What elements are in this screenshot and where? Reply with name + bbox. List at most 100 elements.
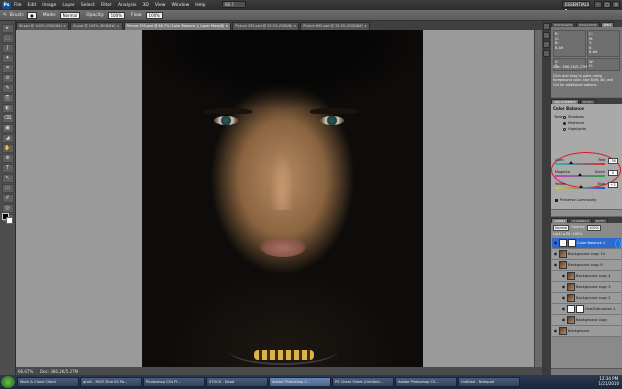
document-tab[interactable]: Picture 895.psd @ 33.3% (RGB/8#) ×: [300, 22, 370, 30]
visibility-eye-icon[interactable]: ◉: [553, 263, 558, 267]
visibility-eye-icon[interactable]: ◉: [561, 296, 566, 300]
layer-row[interactable]: ◉ Background copy 4: [552, 271, 621, 282]
layer-mask-thumbnail[interactable]: [576, 305, 584, 313]
preserve-luminosity-checkbox[interactable]: Preserve Luminosity: [555, 198, 596, 202]
tool-3-icon[interactable]: ✦: [1, 54, 14, 63]
layer-row[interactable]: ◉ Background copy 9: [552, 260, 621, 271]
tone-highlights-radio[interactable]: Highlights: [563, 127, 586, 131]
taskbar-button[interactable]: STOCK - Dead: [206, 377, 268, 387]
menu-3d[interactable]: 3D: [142, 3, 148, 8]
minimize-button[interactable]: –: [594, 1, 602, 8]
history-panel-icon[interactable]: [543, 23, 550, 30]
brush-tool-icon[interactable]: ✎: [3, 13, 7, 18]
color-slider-yellow-blue[interactable]: Yellow Blue +3: [555, 182, 618, 190]
tool-8-icon[interactable]: ◐: [1, 104, 14, 113]
tool-0-icon[interactable]: ▸: [1, 24, 14, 33]
layer-row[interactable]: ◉ Hue/Saturation 1: [552, 304, 621, 315]
slider-value-field[interactable]: 0: [608, 170, 618, 176]
tool-6-icon[interactable]: ✎: [1, 84, 14, 93]
mode-select[interactable]: Normal: [59, 11, 81, 19]
menu-help[interactable]: Help: [195, 3, 205, 8]
tool-1-icon[interactable]: ⬚: [1, 34, 14, 43]
slider-value-field[interactable]: -36: [608, 158, 618, 164]
tool-11-icon[interactable]: ◢: [1, 134, 14, 143]
brushes-panel-icon[interactable]: [543, 41, 550, 48]
opacity-field[interactable]: 100%: [107, 11, 125, 19]
tab-channels[interactable]: CHANNELS: [569, 218, 592, 223]
layer-row[interactable]: ◉ Background copy 2: [552, 293, 621, 304]
document-tab[interactable]: Picture 295.psd @ 33.3% (RGB/8) ×: [232, 22, 300, 30]
taskbar-button[interactable]: Photoshop CS4 Pl...: [143, 377, 205, 387]
tool-14-icon[interactable]: T: [1, 164, 14, 173]
menu-edit[interactable]: Edit: [28, 3, 37, 8]
tab-masks[interactable]: MASKS: [579, 99, 597, 104]
taskbar-button[interactable]: Adobe Photoshop CS...: [395, 377, 457, 387]
layer-row[interactable]: ◉ Background: [552, 326, 621, 337]
taskbar-button[interactable]: Work & Clone Client: [17, 377, 79, 387]
tab-navigator[interactable]: NAVIGATOR: [576, 22, 600, 27]
slider-track[interactable]: [555, 163, 605, 165]
tab-paths[interactable]: PATHS: [592, 218, 609, 223]
menu-analysis[interactable]: Analysis: [118, 3, 137, 8]
document-tab[interactable]: IN.psd @ 100% (RGB/8#) ×: [16, 22, 70, 30]
slider-value-field[interactable]: +3: [608, 182, 618, 188]
workspace-switcher[interactable]: ESSENTIALS ▾: [562, 1, 590, 12]
visibility-eye-icon[interactable]: ◉: [561, 285, 566, 289]
slider-thumb[interactable]: [569, 161, 573, 164]
menu-file[interactable]: File: [14, 3, 22, 8]
tool-2-icon[interactable]: ʃ: [1, 44, 14, 53]
tool-12-icon[interactable]: ✋: [1, 144, 14, 153]
visibility-eye-icon[interactable]: ◉: [561, 274, 566, 278]
tool-15-icon[interactable]: ↖: [1, 174, 14, 183]
visibility-eye-icon[interactable]: ◉: [561, 318, 566, 322]
tab-layers[interactable]: LAYERS: [551, 218, 569, 223]
tone-shadows-radio[interactable]: Shadows: [563, 115, 584, 119]
document-tab[interactable]: III.psd @ 100% (RGB/8#) ×: [70, 22, 123, 30]
zoom-level-field[interactable]: 66.7: [222, 1, 246, 8]
taskbar-button[interactable]: gtalk - MOZ Zine 04 Pa...: [80, 377, 142, 387]
menu-window[interactable]: Window: [172, 3, 190, 8]
fill-field[interactable]: 100%: [573, 232, 583, 236]
tool-10-icon[interactable]: ▣: [1, 124, 14, 133]
color-slider-cyan-red[interactable]: Cyan Red -36: [555, 158, 618, 166]
layer-mask-thumbnail[interactable]: [568, 239, 576, 247]
flow-field[interactable]: 100%: [145, 11, 163, 19]
menu-image[interactable]: Image: [42, 3, 56, 8]
menu-filter[interactable]: Filter: [101, 3, 112, 8]
layer-opacity-field[interactable]: 100%: [587, 225, 601, 231]
actions-panel-icon[interactable]: [543, 32, 550, 39]
slider-thumb[interactable]: [578, 173, 582, 176]
status-zoom[interactable]: 66.67%: [18, 369, 40, 374]
tool-5-icon[interactable]: ⊘: [1, 74, 14, 83]
brush-size-picker[interactable]: ●: [27, 11, 37, 19]
background-color-swatch[interactable]: [6, 217, 13, 224]
maximize-button[interactable]: □: [603, 1, 611, 8]
tool-17-icon[interactable]: ✐: [1, 194, 14, 203]
close-button[interactable]: ×: [612, 1, 620, 8]
taskbar-button[interactable]: Adobe Photoshop C...: [269, 377, 331, 387]
tool-9-icon[interactable]: ⌫: [1, 114, 14, 123]
blend-mode-select[interactable]: Normal: [553, 225, 570, 231]
menu-select[interactable]: Select: [81, 3, 95, 8]
canvas-scrollbar[interactable]: [534, 30, 542, 367]
tool-4-icon[interactable]: ⌗: [1, 64, 14, 73]
taskbar-button[interactable]: PS Cheat Sheet (Untitled...: [332, 377, 394, 387]
tab-histogram[interactable]: HISTOGRAM: [551, 22, 576, 27]
color-slider-magenta-green[interactable]: Magenta Green 0: [555, 170, 618, 178]
visibility-eye-icon[interactable]: ◉: [561, 307, 566, 311]
tool-7-icon[interactable]: ⎘: [1, 94, 14, 103]
tab-info[interactable]: INFO: [600, 22, 614, 27]
tool-16-icon[interactable]: ▭: [1, 184, 14, 193]
document-tab[interactable]: Picture 295.psd @ 66.7% (Color Balance 1…: [123, 22, 232, 30]
clone-source-panel-icon[interactable]: [543, 50, 550, 57]
canvas-area[interactable]: [16, 30, 542, 367]
layer-row[interactable]: ◉ Background copy: [552, 315, 621, 326]
tool-18-icon[interactable]: ◎: [1, 204, 14, 213]
lock-icon[interactable]: 🔒︎: [563, 232, 565, 236]
tab-adjustments[interactable]: ADJUSTMENTS: [551, 99, 579, 104]
slider-thumb[interactable]: [578, 185, 583, 188]
visibility-eye-icon[interactable]: ◉: [553, 252, 558, 256]
layer-row[interactable]: ◉ Background copy 3: [552, 282, 621, 293]
visibility-eye-icon[interactable]: ◉: [553, 329, 558, 333]
taskbar-button[interactable]: Untitled - Notepad: [458, 377, 520, 387]
